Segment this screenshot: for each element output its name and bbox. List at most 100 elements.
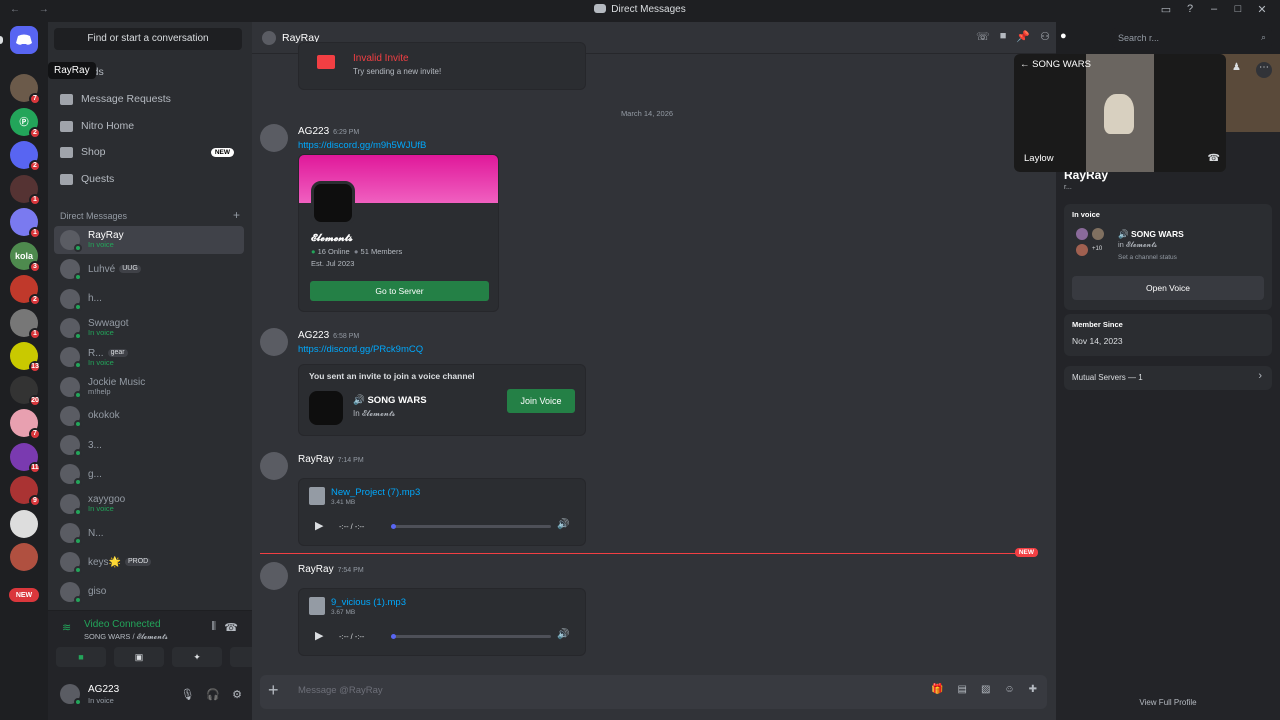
hangup-icon[interactable]: ☎: [1208, 153, 1220, 164]
sticker-icon[interactable]: ▨: [981, 684, 990, 695]
user-profile-icon[interactable]: ●: [1060, 30, 1067, 43]
dm-item[interactable]: Swwagot In voice: [54, 314, 244, 342]
dm-item[interactable]: giso: [54, 578, 244, 606]
video-call-icon[interactable]: ■: [1000, 30, 1007, 43]
audio-progress-bar[interactable]: [391, 524, 551, 529]
help-icon[interactable]: ?: [1178, 3, 1202, 16]
invite-link[interactable]: https://discord.gg/m9h5WJUfB: [298, 140, 426, 151]
invite-link[interactable]: https://discord.gg/PRck9mCQ: [298, 344, 423, 355]
gif-icon[interactable]: ▤: [957, 684, 966, 695]
dm-name: R...: [88, 347, 104, 359]
server-icon[interactable]: 13: [10, 342, 41, 373]
audio-progress-bar[interactable]: [391, 634, 551, 639]
server-icon[interactable]: 1: [10, 174, 41, 206]
dm-item[interactable]: okokok: [54, 402, 244, 430]
camera-button[interactable]: ■: [56, 647, 106, 667]
view-full-profile-link[interactable]: View Full Profile: [1056, 698, 1280, 707]
gift-icon[interactable]: 🎁: [931, 684, 943, 695]
server-icon[interactable]: 20: [10, 375, 41, 407]
new-servers-badge[interactable]: NEW: [9, 588, 39, 602]
audio-file-size: 3.41 MB: [331, 499, 356, 506]
dm-item[interactable]: Jockie Music m!help: [54, 373, 244, 401]
author-avatar[interactable]: [260, 562, 288, 590]
author-name[interactable]: AG223: [298, 330, 329, 341]
maximize-button[interactable]: □: [1226, 3, 1250, 16]
voice-popout-title[interactable]: ← SONG WARS: [1020, 59, 1091, 70]
call-icon[interactable]: ☏: [976, 30, 990, 43]
go-to-server-button[interactable]: Go to Server: [310, 281, 489, 301]
user-name[interactable]: AG223: [88, 684, 119, 695]
find-conversation-button[interactable]: Find or start a conversation: [54, 28, 242, 50]
pin-icon[interactable]: 📌: [1016, 30, 1030, 43]
dm-item[interactable]: RayRay In voice: [54, 226, 244, 254]
headset-icon[interactable]: 🎧: [206, 688, 220, 701]
author-name[interactable]: AG223: [298, 126, 329, 137]
dm-item[interactable]: N...: [54, 519, 244, 547]
settings-gear-icon[interactable]: ⚙: [232, 688, 242, 701]
server-icon[interactable]: 1: [10, 208, 41, 239]
dm-item[interactable]: xayygoo In voice: [54, 490, 244, 518]
server-icon[interactable]: Ⓟ 2: [10, 107, 41, 139]
server-icon[interactable]: [10, 509, 38, 538]
voice-channel-link[interactable]: SONG WARS / 𝓔𝓵𝓮𝓶𝓮𝓷𝓽𝓼: [84, 632, 168, 642]
user-avatar[interactable]: [60, 684, 82, 706]
attach-plus-icon[interactable]: +: [268, 680, 279, 701]
emoji-icon[interactable]: ☺: [1004, 684, 1014, 695]
profile-voice-channel[interactable]: 🔊 SONG WARS: [1118, 229, 1184, 240]
open-voice-button[interactable]: Open Voice: [1072, 276, 1264, 300]
more-options-icon[interactable]: ⋯: [1256, 62, 1272, 78]
minimize-button[interactable]: –: [1202, 3, 1226, 16]
server-icon[interactable]: [10, 543, 38, 571]
message-input[interactable]: Message @RayRay: [298, 685, 383, 696]
dm-item[interactable]: keys🌟 PROD: [54, 548, 244, 576]
audio-file-name[interactable]: New_Project (7).mp3: [331, 487, 420, 498]
nav-shop[interactable]: Shop NEW: [54, 140, 244, 164]
mutual-servers-row[interactable]: Mutual Servers — 1 ›: [1064, 366, 1272, 390]
nav-quests[interactable]: Quests: [54, 167, 244, 191]
disconnect-icon[interactable]: ☎: [224, 621, 238, 634]
server-icon[interactable]: 11: [10, 442, 41, 474]
search-input[interactable]: Search r... ⌕: [1112, 28, 1272, 48]
server-icon[interactable]: 7: [10, 409, 41, 440]
activities-button[interactable]: ✦: [172, 647, 222, 667]
voice-popout[interactable]: ← SONG WARS Laylow ☎: [1014, 54, 1226, 172]
dm-item[interactable]: h...: [54, 285, 244, 313]
server-icon[interactable]: 2: [10, 275, 41, 306]
mic-icon[interactable]: 🎙: [180, 688, 194, 701]
author-avatar[interactable]: [260, 328, 288, 356]
dm-item[interactable]: g...: [54, 460, 244, 488]
server-icon[interactable]: 7: [10, 74, 41, 105]
add-friend-icon[interactable]: ⚇: [1040, 30, 1050, 43]
home-button[interactable]: [10, 26, 38, 54]
audio-file-name[interactable]: 9_vicious (1).mp3: [331, 597, 406, 608]
author-avatar[interactable]: [260, 452, 288, 480]
channel-status[interactable]: Set a channel status: [1118, 254, 1177, 261]
nav-message-requests[interactable]: Message Requests: [54, 87, 244, 111]
noise-suppression-icon[interactable]: ⫼: [211, 621, 216, 632]
apps-icon[interactable]: ✚: [1029, 684, 1037, 695]
author-avatar[interactable]: [260, 124, 288, 152]
voice-settings-icon[interactable]: ♟: [1232, 62, 1241, 73]
server-icon[interactable]: 2: [10, 141, 41, 172]
dm-item[interactable]: R... gear In voice: [54, 343, 244, 371]
discord-icon: [594, 4, 607, 13]
server-icon[interactable]: kola 3: [10, 241, 41, 273]
volume-icon[interactable]: 🔊: [557, 519, 569, 530]
nav-nitro-home[interactable]: Nitro Home: [54, 114, 244, 138]
audio-time: -:-- / -:--: [339, 522, 365, 531]
screenshare-button[interactable]: ▣: [114, 647, 164, 667]
dm-item[interactable]: Luhvé UUG: [54, 255, 244, 283]
inbox-icon[interactable]: ▭: [1154, 3, 1178, 16]
join-voice-button[interactable]: Join Voice: [507, 389, 575, 413]
dm-item[interactable]: 3...: [54, 431, 244, 459]
author-name[interactable]: RayRay: [298, 454, 334, 465]
close-button[interactable]: ✕: [1250, 3, 1274, 16]
play-icon[interactable]: ▶: [315, 519, 323, 532]
server-icon[interactable]: 9: [10, 476, 41, 507]
create-dm-icon[interactable]: +: [233, 209, 240, 221]
server-icon[interactable]: 1: [10, 308, 41, 340]
author-name[interactable]: RayRay: [298, 564, 334, 575]
volume-icon[interactable]: 🔊: [557, 629, 569, 640]
server-est: Est. Jul 2023: [311, 259, 355, 268]
play-icon[interactable]: ▶: [315, 629, 323, 642]
